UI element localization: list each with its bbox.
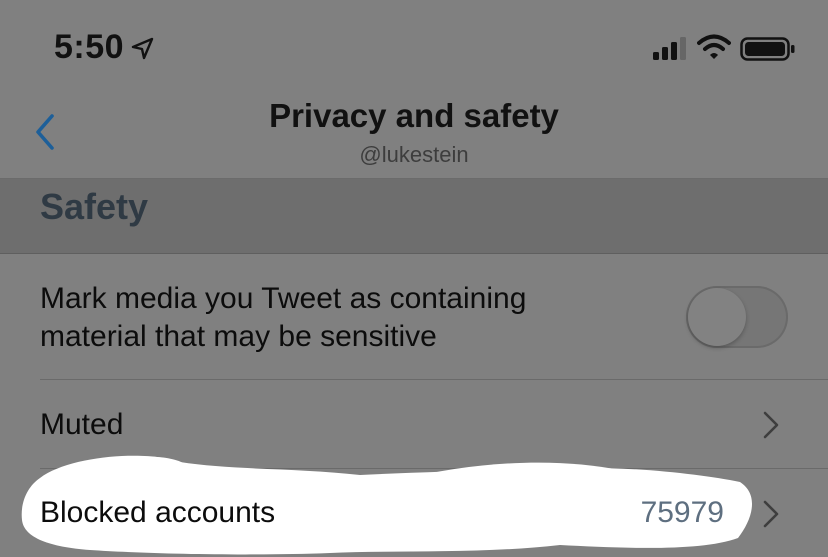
battery-icon: [740, 37, 795, 61]
cellular-signal-icon: [653, 37, 686, 60]
navigation-bar: Privacy and safety @lukestein: [0, 92, 828, 179]
account-handle: @lukestein: [359, 142, 469, 167]
muted-label: Muted: [40, 408, 124, 441]
page-title: Privacy and safety: [269, 97, 559, 134]
status-bar: 5:50: [0, 0, 828, 92]
location-arrow-icon: [131, 37, 154, 60]
toggle-knob: [688, 288, 746, 346]
blocked-accounts-label: Blocked accounts: [40, 496, 276, 529]
sensitive-media-label-line1: Mark media you Tweet as containing: [40, 282, 527, 315]
wifi-icon: [697, 34, 731, 59]
row-divider: [40, 468, 828, 469]
muted-row[interactable]: Muted: [0, 381, 828, 469]
chevron-right-icon: [763, 411, 779, 439]
section-title: Safety: [40, 186, 149, 227]
chevron-right-icon: [763, 500, 779, 528]
status-time: 5:50: [54, 28, 125, 66]
row-divider: [40, 379, 828, 380]
sensitive-media-row[interactable]: Mark media you Tweet as containing mater…: [0, 254, 828, 380]
blocked-accounts-count: 75979: [640, 496, 724, 529]
privacy-and-safety-screen: 5:50 Privacy and safety @lukestein Safet…: [0, 0, 828, 557]
section-header-safety: Safety: [0, 179, 828, 254]
sensitive-media-label-line2: material that may be sensitive: [40, 320, 437, 353]
blocked-accounts-row[interactable]: Blocked accounts 75979: [0, 470, 828, 557]
sensitive-media-label: Mark media you Tweet as containing mater…: [40, 280, 526, 356]
sensitive-media-toggle[interactable]: [686, 286, 788, 348]
